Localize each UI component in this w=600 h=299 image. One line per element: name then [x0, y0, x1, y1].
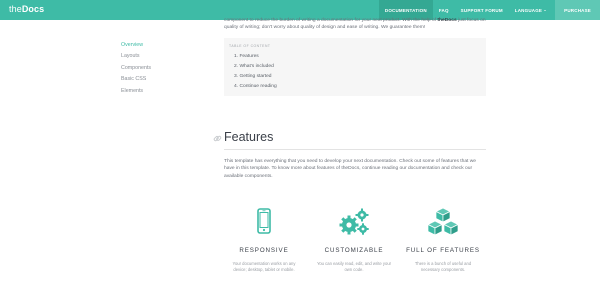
sidebar-item-components[interactable]: Components	[121, 63, 191, 74]
feature-desc-full-of-features: There is a bunch of useful and necessary…	[414, 261, 472, 272]
toc-item-continue-reading[interactable]: 4. Continue reading	[229, 82, 486, 92]
brand-the: the	[9, 4, 22, 14]
nav-support-forum-label: SUPPORT FORUM	[460, 7, 503, 13]
sidebar-nav: Overview Layouts Components Basic CSS El…	[121, 40, 191, 97]
nav-language-label: LANGUAGE	[514, 7, 543, 13]
nav-documentation-label: DOCUMENTATION	[384, 7, 427, 13]
sidebar-item-basic-css[interactable]: Basic CSS	[121, 74, 191, 85]
table-of-contents: TABLE OF CONTENT 1. Features 2. What's i…	[224, 37, 486, 96]
feature-title-full-of-features: FULL OF FEATURES	[406, 247, 480, 254]
feature-card-customizable: CUSTOMIZABLE You can easily read, edit, …	[316, 207, 392, 273]
mobile-phone-icon	[257, 208, 271, 234]
nav-purchase-label: PURCHASE	[564, 7, 591, 13]
features-description: This template has everything that you ne…	[224, 159, 477, 179]
intro-paragraph: component to reduce the burden of writin…	[224, 17, 486, 32]
caret-down-icon	[544, 9, 547, 11]
intro-text-1: component to reduce the burden of writin…	[224, 18, 438, 23]
features-cards: RESPONSIVE Your documentation works on a…	[224, 207, 486, 297]
feature-card-responsive: RESPONSIVE Your documentation works on a…	[226, 207, 302, 273]
link-icon[interactable]	[213, 134, 222, 143]
nav-faq-label: FAQ	[438, 7, 449, 13]
cubes-icon	[427, 207, 459, 236]
feature-desc-customizable: You can easily read, edit, and write you…	[316, 261, 392, 272]
feature-title-customizable: CUSTOMIZABLE	[324, 247, 384, 254]
toc-item-whats-included[interactable]: 2. What's included	[229, 62, 486, 72]
toc-item-getting-started[interactable]: 3. Getting started	[229, 72, 486, 82]
toc-item-features[interactable]: 1. Features	[229, 52, 486, 62]
features-heading: Features	[213, 130, 486, 150]
brand-logo[interactable]: theDocs	[9, 4, 44, 14]
features-title: Features	[224, 130, 274, 144]
feature-desc-responsive: Your documentation works on any device; …	[232, 261, 296, 272]
gears-icon	[339, 208, 369, 235]
main-content: component to reduce the burden of writin…	[213, 17, 486, 272]
feature-card-full-of-features: FULL OF FEATURES There is a bunch of use…	[405, 207, 481, 273]
sidebar-item-layouts[interactable]: Layouts	[121, 51, 191, 62]
feature-title-responsive: RESPONSIVE	[239, 247, 289, 254]
sidebar-item-overview[interactable]: Overview	[121, 40, 191, 51]
intro-brand: theDocs	[437, 18, 457, 23]
toc-title: TABLE OF CONTENT	[229, 43, 271, 48]
nav-language-dropdown[interactable]: LANGUAGE	[509, 0, 552, 20]
sidebar-item-elements[interactable]: Elements	[121, 86, 191, 97]
nav-purchase-button[interactable]: PURCHASE	[555, 0, 600, 20]
brand-docs: Docs	[21, 4, 45, 14]
